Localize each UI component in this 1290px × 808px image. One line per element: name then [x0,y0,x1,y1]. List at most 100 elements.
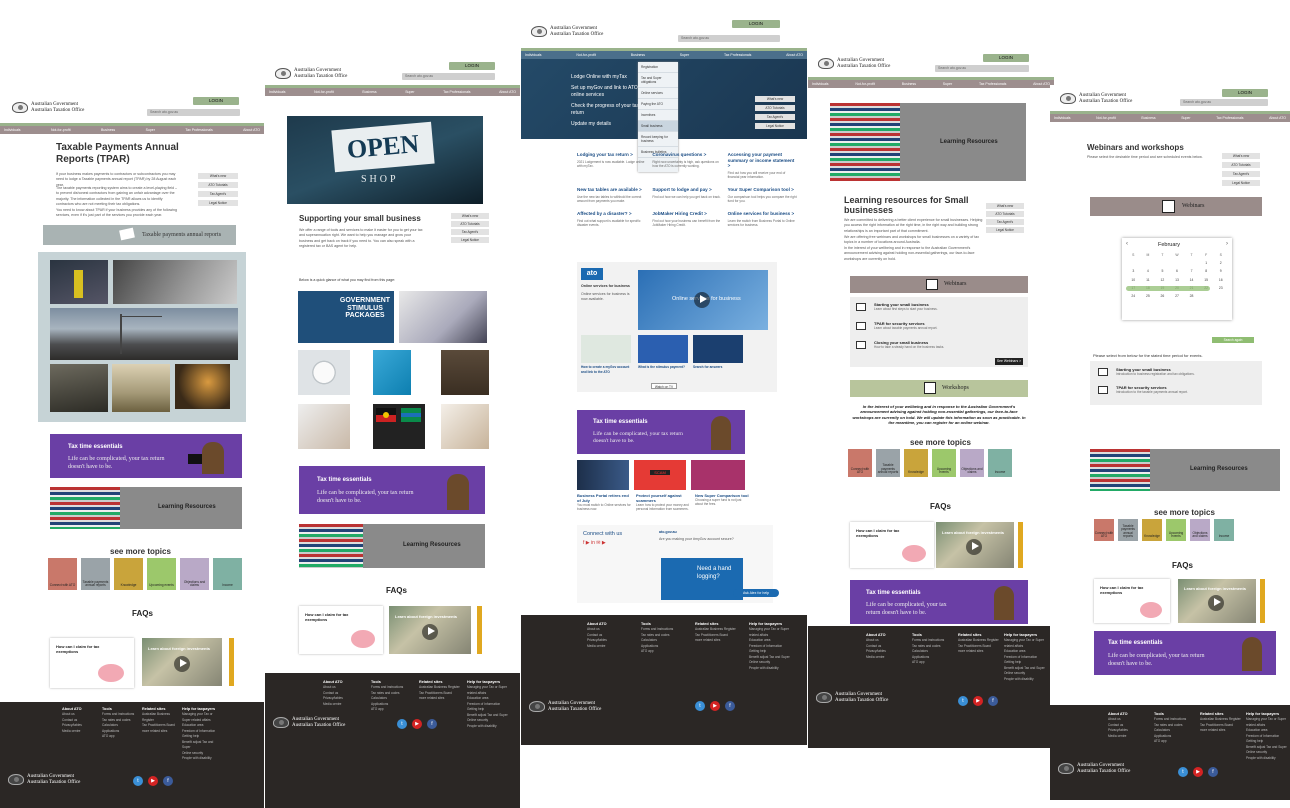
news-super-comparison[interactable] [691,460,745,490]
youtube-icon[interactable]: ▶ [148,776,158,786]
topic-tile[interactable]: Knowledge [904,449,928,477]
facebook-icon[interactable]: f [1208,767,1218,777]
calendar-day[interactable]: 4 [1141,269,1156,273]
topic-tile[interactable]: Upcoming events [147,558,176,590]
calendar-day[interactable]: 1 [1199,261,1214,265]
faq-video[interactable]: Learn about foreign investments [936,522,1014,568]
topic-link-card[interactable]: Coronavirus questions > Right now uncerta… [652,152,721,179]
learning-resources-banner[interactable]: Learning Resources [299,524,485,568]
nav-item-not-for-profit[interactable]: Not-for-profit [314,88,334,96]
nav-item-tax-professionals[interactable]: Tax Professionals [185,126,212,134]
facebook-icon[interactable]: f [427,719,437,729]
footer-link[interactable]: Managing your Tax or Super related affai… [1004,638,1046,649]
webinar-item[interactable]: Starting your small business Learn about … [874,302,994,311]
nav-item-tax-professionals[interactable]: Tax Professionals [1216,114,1243,122]
photo-laptop-desk[interactable] [399,291,487,343]
search-input[interactable]: Search ato.gov.au [678,35,780,42]
calendar-day[interactable]: 23 [1213,286,1228,290]
nav-item-tax-professionals[interactable]: Tax Professionals [443,88,470,96]
footer-link[interactable]: People with disability [1246,756,1288,761]
topic-tile[interactable]: Income [1214,519,1234,541]
topic-tile[interactable]: Income [988,449,1012,477]
photo-hands[interactable] [298,404,350,449]
ato-logo[interactable]: Australian Government Australian Taxation… [12,102,84,114]
footer-link[interactable]: more related sites [419,696,463,701]
side-button-tax-agents[interactable]: Tax Agent's [986,219,1024,225]
facebook-icon[interactable]: f [725,701,735,711]
side-button-tax-agents[interactable]: Tax Agent's [198,191,238,197]
calendar-day[interactable]: 5 [1155,269,1170,273]
nav-item-about-ato[interactable]: About ATO [243,126,260,134]
topic-tile[interactable]: Connect with ATO [848,449,872,477]
topic-tile[interactable]: Taxable payments annual reports [876,449,900,477]
login-button[interactable]: LOGIN [732,20,780,28]
search-input[interactable]: Search ato.gov.au [402,73,495,80]
webinars-banner[interactable] [850,276,1028,293]
footer-link[interactable]: Benefit adjust Tax and Super [182,740,218,751]
tax-time-banner[interactable]: Tax time essentials Life can be complicat… [850,580,1028,624]
nav-item-tax-professionals[interactable]: Tax Professionals [724,51,751,59]
hero-link[interactable]: Set up myGov and link to ATO online serv… [571,85,641,100]
topic-link-card[interactable]: New tax tables are available > Use the ne… [577,187,646,203]
topic-tile[interactable]: Connect with ATO [1094,519,1114,541]
faq-card[interactable]: How can I claim for tax exemptions [1094,579,1170,623]
photo-woman-laptop[interactable] [441,404,489,449]
footer-link[interactable]: ATO app [1154,739,1196,744]
footer-logo[interactable]: Australian Government Australian Taxation… [8,774,80,786]
side-button-tutorials[interactable]: ATO Tutorials [451,221,489,227]
footer-link[interactable]: People with disability [1004,677,1046,682]
nav-item-super[interactable]: Super [146,126,155,134]
calendar-day[interactable]: 7 [1184,269,1199,273]
youtube-icon[interactable]: ▶ [1193,767,1203,777]
photo-blue-pencils[interactable] [373,350,411,395]
calendar-day[interactable]: 14 [1184,278,1199,282]
youtube-icon[interactable]: ▶ [412,719,422,729]
topic-tile[interactable]: Income [213,558,242,590]
nav-item-not-for-profit[interactable]: Not-for-profit [51,126,71,134]
nav-item-individuals[interactable]: Individuals [269,88,286,96]
hero-link[interactable]: Lodge Online with myTax [571,74,641,82]
topic-link-card[interactable]: Accessing your payment summary or income… [728,152,797,179]
ato-logo[interactable]: Australian Government Australian Taxation… [531,26,603,38]
dropdown-menu-item[interactable]: Online services [638,88,678,99]
nav-item-individuals[interactable]: Individuals [1054,114,1071,122]
stimulus-packages-tile[interactable]: GOVERNMENT STIMULUS PACKAGES [298,291,394,343]
news-item[interactable]: Protect yourself against scammers Learn h… [636,493,690,511]
calendar-day[interactable]: 27 [1170,294,1185,298]
footer-logo[interactable]: Australian Government Australian Taxation… [816,692,888,704]
dropdown-menu-item[interactable]: Tax and Super obligations [638,73,678,88]
nav-item-not-for-profit[interactable]: Not-for-profit [1096,114,1116,122]
footer-link[interactable]: Australian Business Register [142,712,178,723]
calendar-day[interactable]: 25 [1141,294,1156,298]
youtube-icon[interactable]: ▶ [973,696,983,706]
login-button[interactable]: LOGIN [193,97,239,105]
side-button-tutorials[interactable]: ATO Tutorials [986,211,1024,217]
login-button[interactable]: LOGIN [449,62,495,70]
dropdown-menu-item[interactable]: Registration [638,62,678,73]
faq-card[interactable]: How can I claim for tax exemptions [299,606,383,654]
event-item[interactable]: TPAR for security services Introduction t… [1116,385,1246,394]
search-input[interactable]: Search ato.gov.au [935,65,1029,72]
side-button-tax-agents[interactable]: Tax Agent's [451,229,489,235]
topic-tile[interactable]: Connect with ATO [48,558,77,590]
nav-item-business[interactable]: Business [1141,114,1155,122]
nav-item-super[interactable]: Super [680,51,689,59]
watch-on-tv-button[interactable]: Watch on TV [651,383,677,389]
calendar-day[interactable]: 28 [1184,294,1199,298]
side-button-whats-new[interactable]: What's new [986,203,1024,209]
side-button-whats-new[interactable]: What's new [198,173,238,179]
side-button-legal[interactable]: Legal Notice [1222,180,1260,186]
footer-link[interactable]: Media centre [323,702,367,707]
calendar-day[interactable]: 12 [1155,278,1170,282]
footer-logo[interactable]: Australian Government Australian Taxation… [273,717,345,729]
side-button-tax-agents[interactable]: Tax Agent's [1222,171,1260,177]
nav-item-super[interactable]: Super [1181,114,1190,122]
topic-tile[interactable]: Taxable payments annual reports [81,558,110,590]
tax-time-banner[interactable]: Tax time essentials Life can be complicat… [577,410,745,454]
event-item[interactable]: Starting your small business Introduction… [1116,367,1246,376]
faq-card[interactable]: How can I claim for tax exemptions [850,522,934,568]
faq-video[interactable]: Learn about foreign investments [389,606,471,654]
calendar-day[interactable]: 11 [1141,278,1156,282]
footer-link[interactable]: ATO app [371,707,415,712]
featured-video[interactable]: Online services for business [638,270,768,330]
